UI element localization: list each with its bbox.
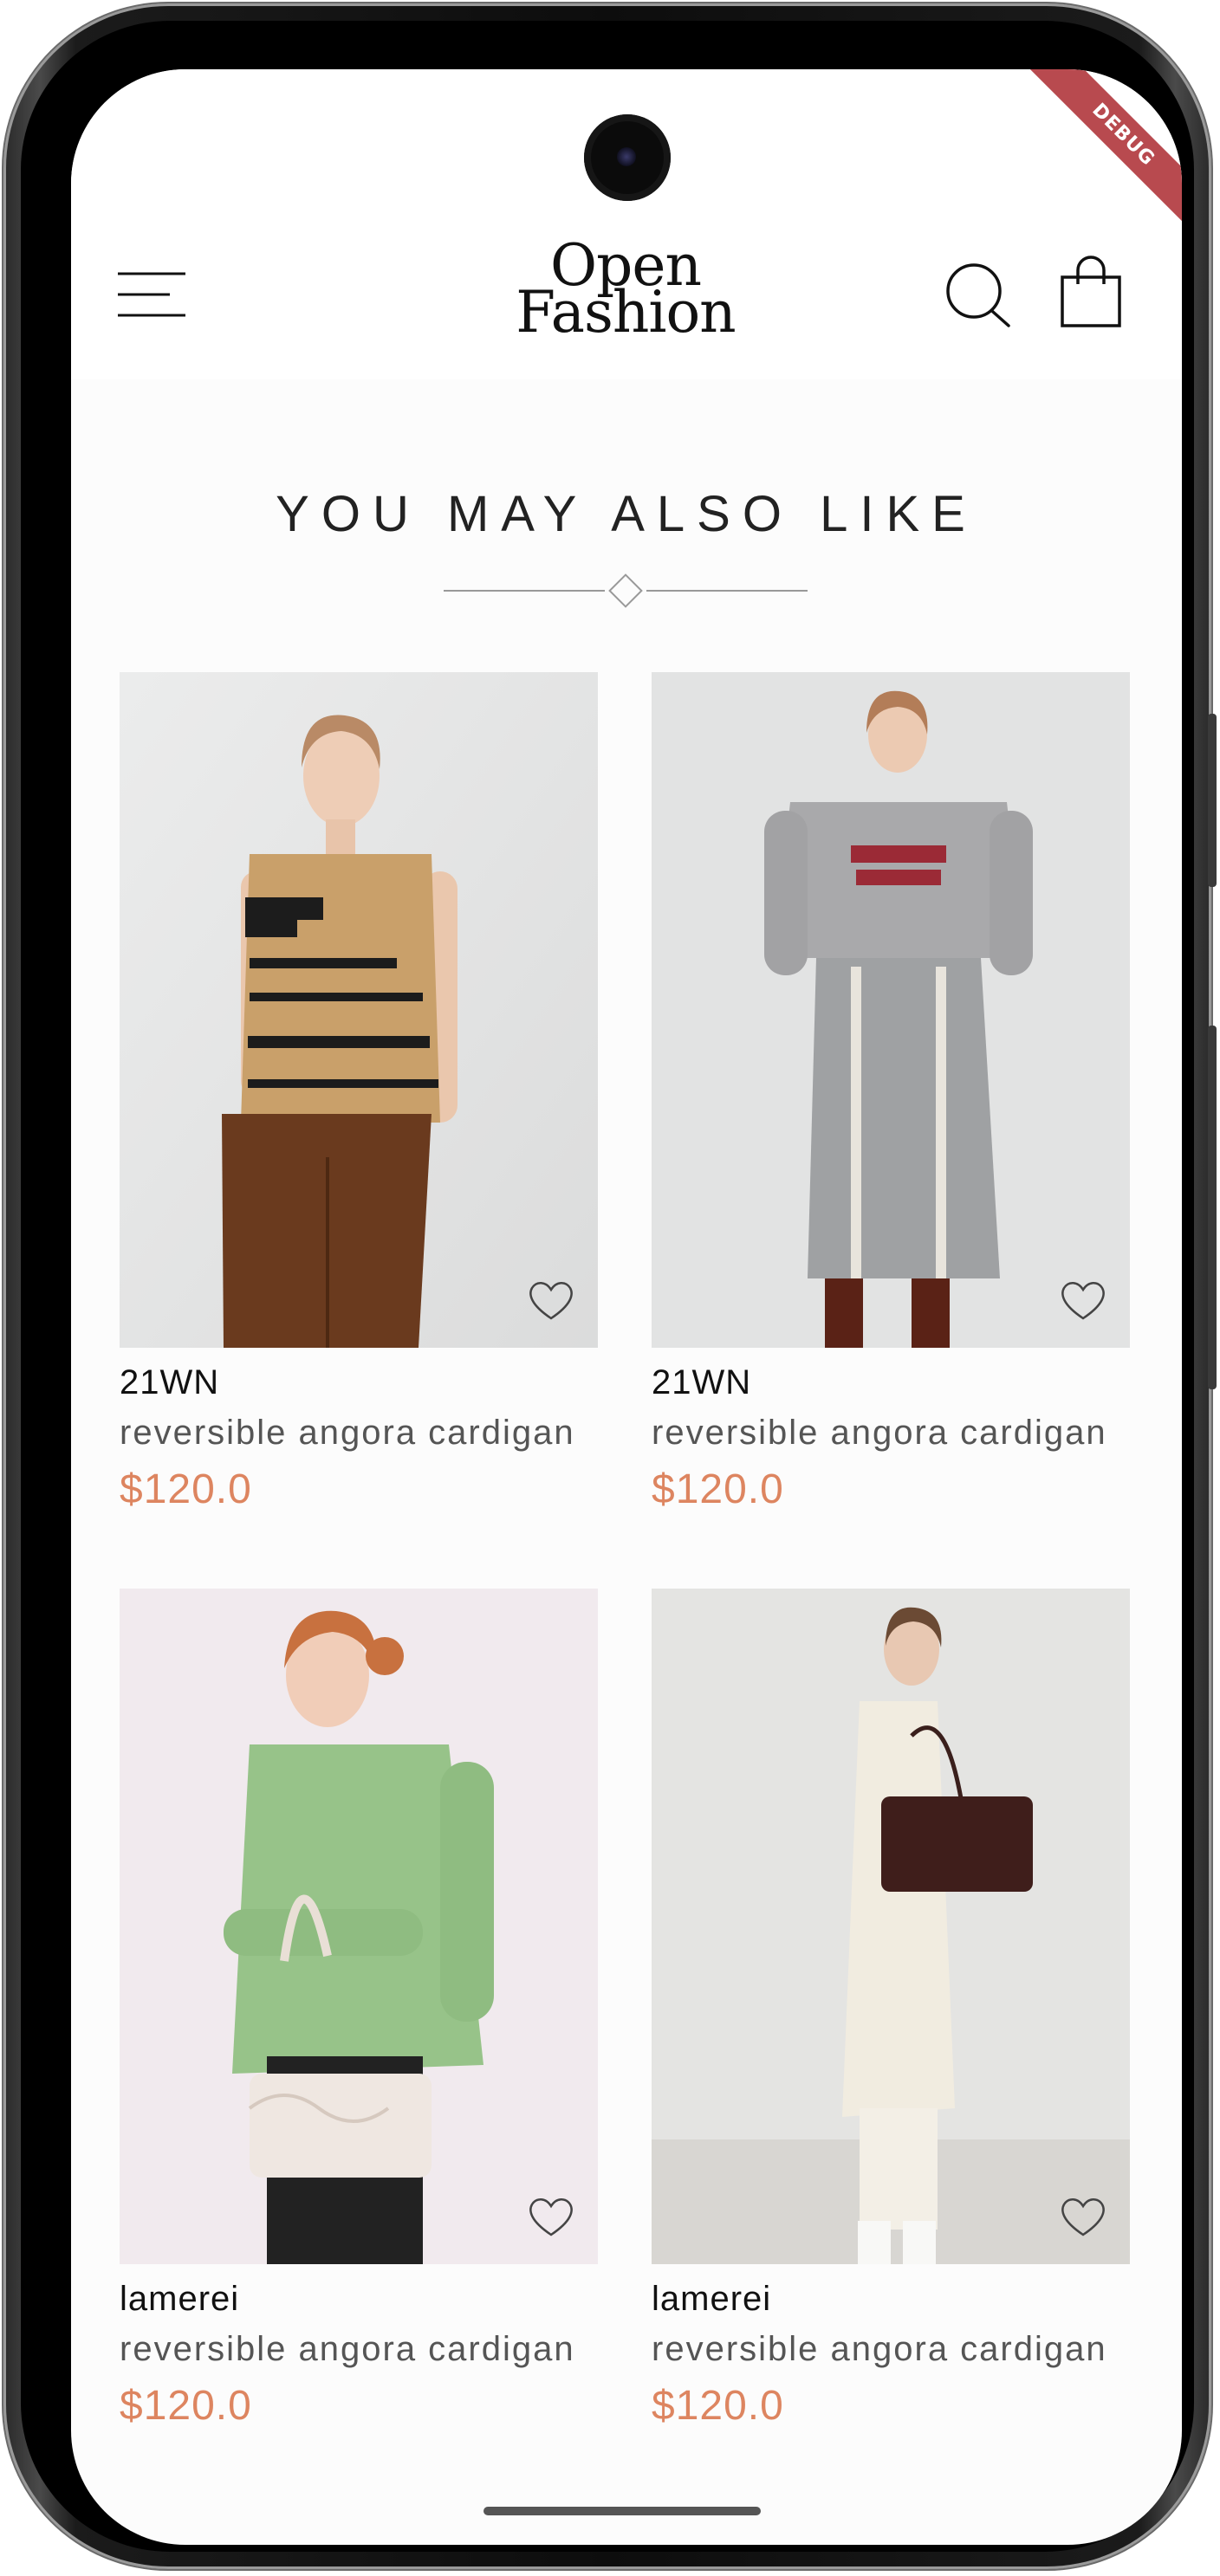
search-icon[interactable] xyxy=(944,262,1014,331)
product-photo[interactable] xyxy=(652,672,1130,1348)
app-logo[interactable]: Open Fashion xyxy=(496,237,756,355)
product-card[interactable]: 21WN reversible angora cardigan $120.0 xyxy=(120,672,598,1513)
product-price: $120.0 xyxy=(652,1466,784,1512)
product-name: reversible angora cardigan xyxy=(652,1414,1107,1452)
heart-icon[interactable] xyxy=(1059,1278,1107,1322)
front-camera xyxy=(584,114,671,201)
product-brand: 21WN xyxy=(120,1363,220,1401)
product-name: reversible angora cardigan xyxy=(120,2330,575,2368)
product-card[interactable]: lamerei reversible angora cardigan $120.… xyxy=(120,1589,598,2430)
phone-bezel: Open Fashion DEBUG YOU MAY ALSO LIKE 21W… xyxy=(21,21,1194,2552)
product-brand: lamerei xyxy=(120,2280,240,2318)
home-indicator[interactable] xyxy=(483,2507,761,2515)
product-image-model-cream-coat xyxy=(652,1589,1130,2264)
product-brand: 21WN xyxy=(652,1363,752,1401)
section-title: YOU MAY ALSO LIKE xyxy=(276,486,977,542)
product-image-model-knit-vest xyxy=(120,672,598,1348)
product-name: reversible angora cardigan xyxy=(120,1414,575,1452)
product-photo[interactable] xyxy=(652,1589,1130,2264)
product-price: $120.0 xyxy=(652,2383,784,2429)
product-photo[interactable] xyxy=(120,1589,598,2264)
product-name: reversible angora cardigan xyxy=(652,2330,1107,2368)
shopping-bag-icon[interactable] xyxy=(1059,255,1123,329)
product-price: $120.0 xyxy=(120,1466,252,1512)
product-image-model-green-cardigan xyxy=(120,1589,598,2264)
product-card[interactable]: lamerei reversible angora cardigan $120.… xyxy=(652,1589,1130,2430)
heart-icon[interactable] xyxy=(527,1278,575,1322)
product-photo[interactable] xyxy=(120,672,598,1348)
ornament-divider xyxy=(444,573,808,608)
hamburger-menu-icon[interactable] xyxy=(116,269,187,320)
heart-icon[interactable] xyxy=(1059,2195,1107,2238)
screen: Open Fashion DEBUG YOU MAY ALSO LIKE 21W… xyxy=(71,69,1182,2545)
power-button xyxy=(1208,714,1217,887)
product-price: $120.0 xyxy=(120,2383,252,2429)
product-image-model-grey-sweatshirt xyxy=(652,672,1130,1348)
product-brand: lamerei xyxy=(652,2280,772,2318)
heart-icon[interactable] xyxy=(527,2195,575,2238)
phone-frame: Open Fashion DEBUG YOU MAY ALSO LIKE 21W… xyxy=(3,3,1217,2569)
volume-button xyxy=(1208,1026,1217,1389)
logo-line-2: Fashion xyxy=(516,279,736,346)
product-card[interactable]: 21WN reversible angora cardigan $120.0 xyxy=(652,672,1130,1513)
